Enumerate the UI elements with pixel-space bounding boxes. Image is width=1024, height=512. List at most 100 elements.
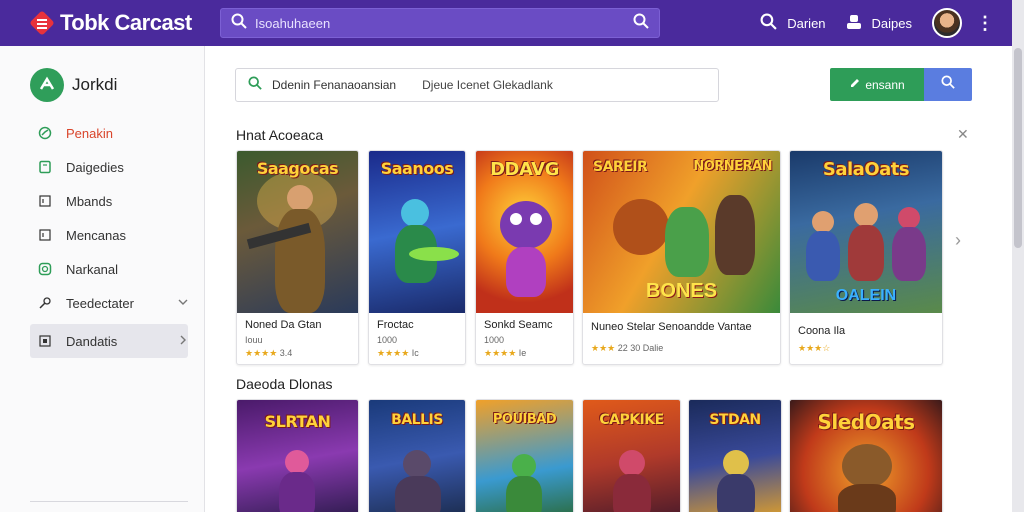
cover-title: SLRTAN	[264, 412, 331, 431]
primary-action-label: ensann	[865, 77, 905, 92]
game-cover: POUIBAD	[476, 400, 573, 512]
game-meta: Iouu	[245, 335, 263, 345]
sidebar-item-label: Narkanal	[66, 261, 119, 277]
close-icon[interactable]: ✕	[957, 126, 969, 143]
top-link-label: Darien	[787, 15, 826, 31]
square-icon	[38, 194, 52, 208]
game-card[interactable]: Saanoos Froctac 1000 ★★★★ Ic	[368, 150, 466, 365]
game-name: Froctac	[377, 319, 414, 331]
top-search-link[interactable]: Darien	[760, 13, 826, 33]
cover-title: POUIBAD	[492, 412, 557, 427]
filter-text-primary: Ddenin Fenanaoansian	[272, 78, 397, 92]
game-card[interactable]: DDAVG Sonkd Seamc 1000 ★★★★ Ie	[475, 150, 574, 365]
game-cover: Saagocas	[237, 151, 358, 313]
app-title: Tobk Carcast	[60, 10, 192, 35]
sidebar-item-3[interactable]: Mencanas	[30, 218, 188, 252]
filter-input[interactable]: Ddenin Fenanaoansian Djeue Icenet Glekad…	[235, 68, 719, 102]
game-card[interactable]: SledOats	[789, 399, 943, 512]
game-card[interactable]: BALLIS	[368, 399, 466, 512]
avatar[interactable]	[932, 8, 962, 38]
game-card[interactable]: SAREIR NORNERAN BONES Nuneo Stelar Senoa…	[582, 150, 781, 365]
sidebar-item-label: Dandatis	[66, 333, 118, 349]
game-cover: SLRTAN	[237, 400, 358, 512]
logo-icon	[29, 10, 55, 36]
top-bar: Tobk Carcast Isoahuhaeen Darien Daipes ⋮	[0, 0, 1024, 46]
scrollbar-thumb[interactable]	[1014, 48, 1022, 248]
game-cover: SalaOats OALEIN	[790, 151, 942, 313]
cover-title: BALLIS	[391, 412, 443, 428]
cover-title: STDAN	[709, 412, 761, 428]
stars-icon: ★★★★	[245, 348, 278, 358]
game-cover: DDAVG	[476, 151, 573, 313]
cover-title: Saagocas	[256, 159, 339, 178]
cover-bottom-title: OALEIN	[835, 287, 897, 304]
search-submit-icon[interactable]	[633, 13, 649, 34]
sidebar-item-2[interactable]: Mbands	[30, 184, 188, 218]
game-card[interactable]: CAPKIKE	[582, 399, 681, 512]
stars-icon: ★★★	[591, 343, 616, 353]
shield-icon	[38, 262, 52, 276]
game-name: Coona Ila	[798, 325, 846, 337]
section-title-secondary: Daeoda Dlonas	[236, 376, 333, 392]
stars-icon: ★★★☆	[798, 343, 831, 353]
game-name: Noned Da Gtan	[245, 319, 322, 331]
chevron-right-icon[interactable]: ›	[955, 230, 961, 251]
cover-title: DDAVG	[490, 159, 559, 180]
sidebar-item-6[interactable]: Dandatis	[30, 324, 188, 358]
sidebar-item-label: Penakin	[66, 125, 113, 141]
user-icon	[846, 14, 862, 33]
game-rating: ★★★☆	[798, 343, 934, 354]
game-card[interactable]: SalaOats OALEIN Coona Ila ★★★☆	[789, 150, 943, 365]
more-menu-icon[interactable]: ⋮	[976, 13, 994, 34]
primary-action-button[interactable]: ensann	[830, 68, 924, 101]
chevron-right-icon[interactable]	[178, 334, 188, 348]
sidebar: Jorkdi Penakin Daigedies Mbands Mencanas	[0, 46, 205, 512]
game-rating: ★★★★ 3.4	[245, 348, 293, 358]
search-icon	[941, 75, 955, 94]
game-meta: 1000	[484, 335, 505, 345]
stars-icon: ★★★★	[484, 348, 517, 358]
scrollbar[interactable]	[1012, 0, 1024, 512]
leaf-icon	[38, 126, 52, 140]
sidebar-item-5[interactable]: Teedectater	[30, 286, 188, 320]
sidebar-item-label: Mencanas	[66, 227, 126, 243]
search-icon	[248, 75, 262, 95]
game-name: Nuneo Stelar Senoandde Vantae	[591, 321, 752, 333]
app-logo[interactable]: Tobk Carcast	[29, 10, 210, 36]
game-card[interactable]: SLRTAN	[236, 399, 359, 512]
sidebar-item-label: Mbands	[66, 193, 113, 209]
game-card[interactable]: Saagocas Noned Da Gtan Iouu ★★★★ 3.4	[236, 150, 359, 365]
search-button[interactable]	[924, 68, 972, 101]
cover-bottom-title: BONES	[645, 280, 718, 302]
game-rating: ★★★★ Ie	[484, 348, 527, 358]
sidebar-item-4[interactable]: Narkanal	[30, 252, 188, 286]
brand-icon	[30, 68, 64, 102]
main-content: Ddenin Fenanaoansian Djeue Icenet Glekad…	[205, 46, 1012, 512]
section-title-featured: Hnat Acoeaca	[236, 127, 324, 143]
sidebar-brand[interactable]: Jorkdi	[30, 68, 204, 102]
sidebar-item-label: Daigedies	[66, 159, 124, 175]
game-card[interactable]: POUIBAD	[475, 399, 574, 512]
square-icon	[38, 334, 52, 348]
sidebar-item-1[interactable]: Daigedies	[30, 150, 188, 184]
cover-title-secondary: NORNERAN	[693, 159, 772, 174]
game-cover: STDAN	[689, 400, 781, 512]
cover-title: Saanoos	[380, 159, 454, 178]
cover-title: CAPKIKE	[599, 412, 664, 428]
sidebar-nav: Penakin Daigedies Mbands Mencanas Narkan…	[0, 116, 204, 358]
game-cover: SAREIR NORNERAN BONES	[583, 151, 780, 313]
game-meta: 1000	[377, 335, 398, 345]
sidebar-item-label: Teedectater	[66, 295, 134, 311]
stars-icon: ★★★★	[377, 348, 410, 358]
filter-text-secondary: Djeue Icenet Glekadlank	[422, 78, 553, 92]
search-input[interactable]: Isoahuhaeen	[220, 8, 660, 38]
book-icon	[38, 160, 52, 174]
chevron-down-icon[interactable]	[178, 296, 188, 310]
sidebar-divider	[30, 501, 188, 502]
game-card[interactable]: STDAN	[688, 399, 782, 512]
brand-name: Jorkdi	[72, 75, 118, 94]
game-name: Sonkd Seamc	[484, 319, 553, 331]
search-icon	[231, 13, 247, 34]
sidebar-item-0[interactable]: Penakin	[30, 116, 188, 150]
top-user-link[interactable]: Daipes	[846, 14, 912, 33]
